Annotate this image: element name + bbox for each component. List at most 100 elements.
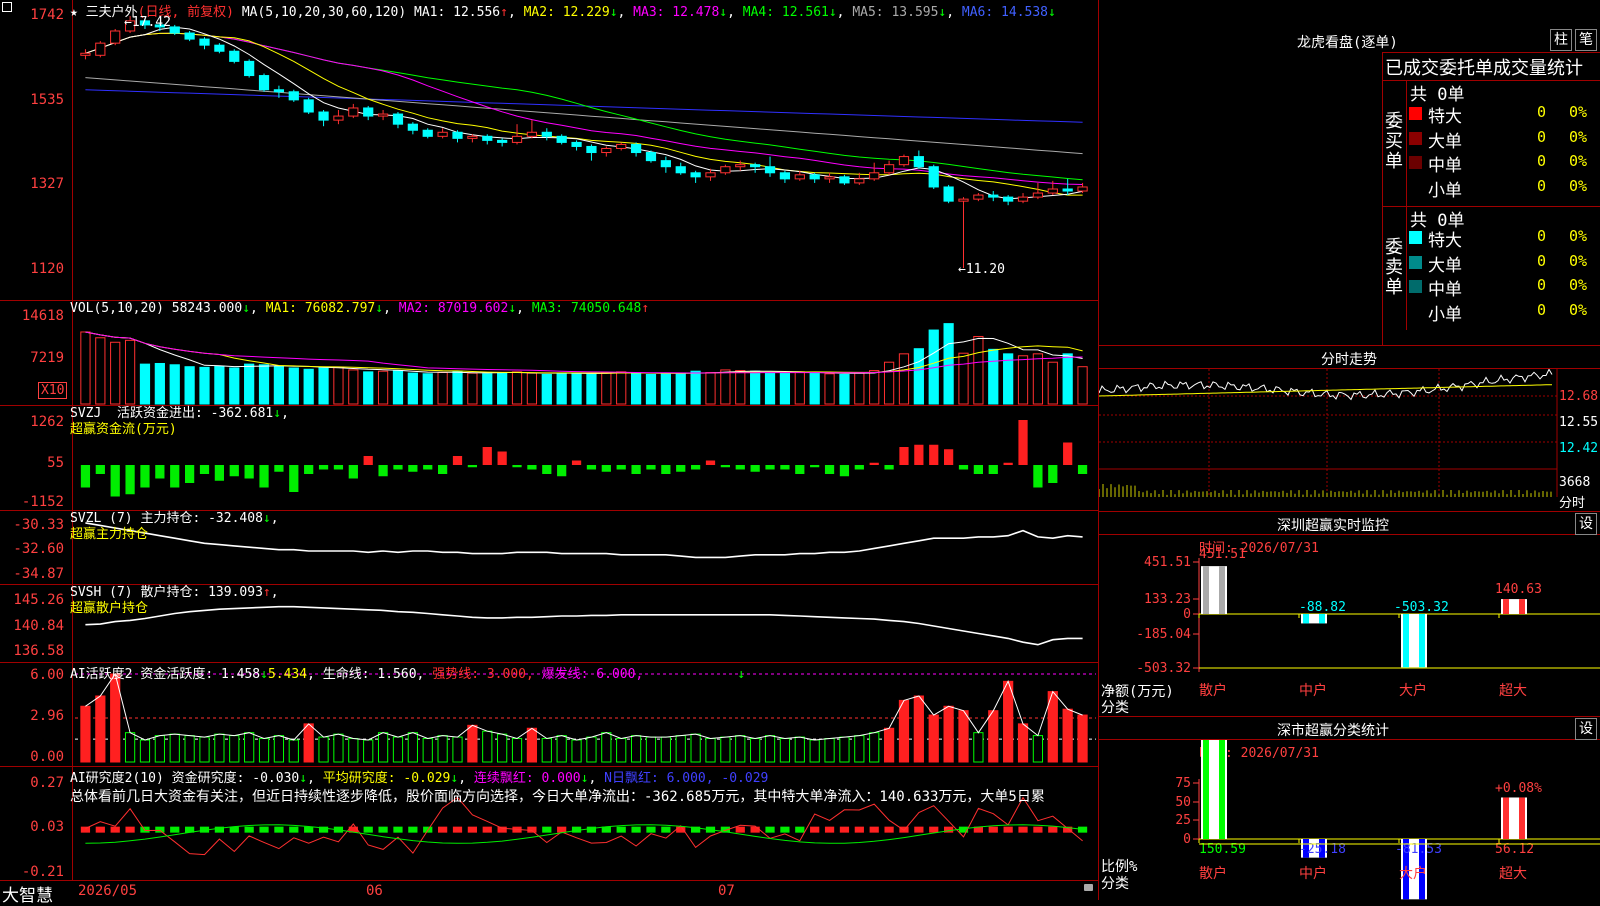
candle-down xyxy=(392,113,404,125)
arrow-down-icon: ↓ xyxy=(737,667,746,682)
brand-label[interactable]: 大智慧 xyxy=(2,881,53,906)
activity-bar xyxy=(244,732,255,763)
volume-bar xyxy=(750,370,761,405)
category-value-label: -88.82 xyxy=(1299,600,1346,615)
buy-order-type-label: 特大 xyxy=(1428,107,1462,127)
sz-classify-settings-button[interactable]: 设 xyxy=(1575,718,1597,740)
sz-monitor-settings-button[interactable]: 设 xyxy=(1575,513,1597,535)
sell-order-type-label: 小单 xyxy=(1428,304,1462,325)
volume-bar xyxy=(273,365,285,405)
activity-bar xyxy=(794,736,805,763)
buy-order-percent: 0% xyxy=(1569,176,1588,195)
candle-down xyxy=(169,26,180,34)
candle-down xyxy=(1003,196,1014,202)
ai-active-y-tick: 2.96 xyxy=(30,708,64,724)
date-label: 06 xyxy=(366,883,383,899)
star-icon[interactable]: ★ xyxy=(70,5,78,20)
volume-bar xyxy=(630,372,642,405)
buy-order-type-label: 中单 xyxy=(1428,156,1462,176)
research-bar xyxy=(810,826,820,833)
candle-down xyxy=(645,152,657,162)
sell-order-percent: 0% xyxy=(1569,300,1588,319)
volume-bar xyxy=(184,366,195,405)
category-label: 中户 xyxy=(1299,865,1327,882)
tick-view-button[interactable]: 笔 xyxy=(1575,29,1597,51)
research-bar xyxy=(1033,826,1043,833)
research-bar xyxy=(1003,826,1013,833)
activity-bar xyxy=(258,738,270,763)
vol-unit-badge: X10 xyxy=(38,382,68,399)
research-bar xyxy=(929,826,939,833)
candle-down xyxy=(764,166,776,174)
volume-bar xyxy=(348,369,359,405)
volume-bar xyxy=(110,341,121,405)
right-sidebar: 龙虎看盘(逐单) 柱 笔 已成交委托单成交量统计 委买单 共 0单 委卖单 共 … xyxy=(1099,0,1600,900)
activity-bar xyxy=(645,736,657,763)
research-bar xyxy=(676,826,686,833)
fund-flow-bar xyxy=(869,462,879,465)
volume-bar xyxy=(869,370,880,405)
candle-down xyxy=(839,176,850,184)
buy-order-color-swatch xyxy=(1409,180,1422,194)
candle-down xyxy=(199,38,210,46)
fund-flow-bar xyxy=(393,465,403,470)
research-bar xyxy=(259,826,269,833)
low-price-label: ←11.20 xyxy=(958,262,1005,277)
buy-order-row: 大单 0 0% xyxy=(1382,127,1600,152)
ma5-line xyxy=(85,77,1083,155)
volume-bar xyxy=(1017,355,1029,405)
activity-bar xyxy=(80,705,91,763)
fund-flow-bar xyxy=(512,465,522,468)
candle-down xyxy=(750,164,761,168)
activity-bar xyxy=(199,736,210,763)
fund-flow-bar xyxy=(973,465,983,474)
sell-order-count: 0 xyxy=(1537,276,1547,294)
research-bar xyxy=(482,826,492,833)
bar-view-button[interactable]: 柱 xyxy=(1550,29,1572,51)
fund-flow-bar xyxy=(363,456,373,465)
volume-bar xyxy=(482,373,493,405)
svzl-subtitle: 超赢主力持仓 xyxy=(70,527,149,542)
volume-bar xyxy=(392,370,404,405)
activity-bar xyxy=(839,736,850,763)
research-bar xyxy=(378,826,388,833)
volume-bar xyxy=(735,370,746,405)
fund-flow-bar xyxy=(586,465,597,470)
volume-bar xyxy=(511,371,523,405)
volume-bar xyxy=(229,367,240,405)
activity-bar xyxy=(1003,680,1014,763)
candle-down xyxy=(363,107,374,117)
arrow-down-icon: ↓ xyxy=(938,5,947,20)
fund-flow-bar xyxy=(289,465,299,492)
volume-bar xyxy=(124,339,136,405)
category-bar-edge xyxy=(1303,614,1309,624)
kline-chart-area[interactable]: ★ 三夫户外(日线, 前复权) MA(5,10,20,30,60,120) MA… xyxy=(0,0,1099,906)
activity-bar xyxy=(467,724,478,763)
volume-bar xyxy=(675,372,686,405)
fund-flow-bar xyxy=(720,465,730,468)
volume-bar xyxy=(988,348,999,405)
fund-flow-bar xyxy=(229,465,239,477)
activity-bar xyxy=(124,732,136,763)
y-tick-label: 0 xyxy=(1183,607,1191,622)
fund-flow-bar xyxy=(646,465,656,470)
volume-bar xyxy=(288,367,299,405)
svzj-y-tick: 1262 xyxy=(30,414,64,430)
research-bar xyxy=(170,826,180,833)
intraday-y-tick: 12.42 xyxy=(1559,441,1599,456)
candle-down xyxy=(303,99,314,113)
intraday-chart[interactable] xyxy=(1099,369,1600,511)
vol-y-tick: 14618 xyxy=(21,308,64,324)
volume-bar xyxy=(169,364,180,405)
fund-flow-bar xyxy=(244,465,254,479)
candle-up xyxy=(973,194,984,200)
ai-research-value: 资金研究度: -0.030 xyxy=(171,771,300,786)
volume-bar xyxy=(95,337,106,405)
candle-down xyxy=(556,135,567,143)
lock-icon[interactable] xyxy=(1084,884,1093,891)
ai-lifeline: 生命线: 1.560, xyxy=(322,667,425,682)
volume-bar xyxy=(244,363,255,405)
ai-burstline: 爆发线: 6.000, xyxy=(541,667,644,682)
intraday-y-tick: 12.55 xyxy=(1559,415,1599,430)
buy-order-percent: 0% xyxy=(1569,127,1588,146)
